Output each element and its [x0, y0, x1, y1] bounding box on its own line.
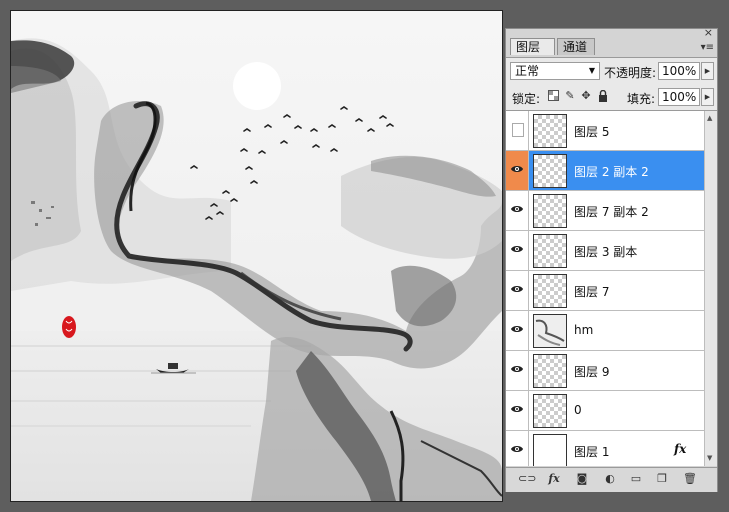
eye-icon [511, 366, 523, 372]
eye-icon [511, 166, 523, 172]
tab-layers[interactable]: 图层× [510, 38, 555, 70]
layer-name: 图层 3 副本 [574, 245, 638, 259]
tab-layers-label: 图层 [516, 40, 541, 54]
panel-menu-icon[interactable]: ▾≡ [701, 42, 714, 53]
layer-row[interactable]: 图层 1 fx [506, 431, 704, 466]
lock-label: 锁定: [512, 92, 541, 106]
layer-name: 0 [574, 403, 582, 417]
layer-list-scrollbar[interactable]: ▲ ▼ [704, 111, 717, 466]
layer-thumbnail[interactable] [533, 274, 567, 308]
layer-row[interactable]: 图层 2 副本 2 [506, 151, 704, 191]
visibility-toggle[interactable] [506, 191, 529, 230]
opacity-label: 不透明度: [604, 66, 657, 80]
layer-name: 图层 1 [574, 445, 610, 459]
layer-name: 图层 9 [574, 365, 610, 379]
visibility-toggle[interactable] [506, 231, 529, 270]
mask-icon[interactable]: ◙ [574, 472, 590, 486]
layer-thumbnail[interactable] [533, 154, 567, 188]
eye-icon [511, 406, 523, 412]
scroll-up-icon[interactable]: ▲ [707, 114, 712, 122]
layer-thumbnail[interactable] [533, 434, 567, 466]
visibility-toggle[interactable] [506, 271, 529, 310]
fill-label: 填充: [627, 92, 656, 106]
opacity-slider-button[interactable]: ▶ [701, 62, 714, 80]
panel-close-icon[interactable]: × [704, 27, 713, 38]
layer-name: 图层 2 副本 2 [574, 165, 649, 179]
layer-thumbnail[interactable] [533, 114, 567, 148]
blend-mode-select[interactable]: 正常 ▼ [510, 62, 600, 80]
visibility-toggle[interactable] [506, 431, 529, 466]
trash-icon[interactable]: 🗑 [682, 472, 698, 486]
layer-list: 图层 5 图层 2 副本 2 图层 7 副本 2 图层 3 副本 图层 7 hm 图层 9 0… [506, 111, 704, 466]
visibility-toggle[interactable] [506, 391, 529, 430]
layer-name: 图层 7 副本 2 [574, 205, 649, 219]
layer-thumbnail[interactable] [533, 394, 567, 428]
layer-row[interactable]: 图层 7 [506, 271, 704, 311]
visibility-toggle[interactable] [506, 151, 529, 190]
link-icon[interactable]: ⊂⊃ [518, 472, 536, 486]
layer-row[interactable]: 图层 7 副本 2 [506, 191, 704, 231]
visibility-toggle[interactable] [506, 351, 529, 390]
new-layer-icon[interactable]: ❐ [654, 472, 670, 486]
lock-transparency-icon[interactable] [547, 90, 559, 102]
eye-icon [511, 326, 523, 332]
layers-footer-toolbar: ⊂⊃ fx ◙ ◐ ▭ ❐ 🗑 [506, 467, 717, 492]
layer-thumbnail[interactable] [533, 314, 567, 348]
layer-name: 图层 5 [574, 125, 610, 139]
eye-icon [511, 206, 523, 212]
tab-channels[interactable]: 通道 [557, 38, 595, 55]
visibility-toggle[interactable] [506, 311, 529, 350]
blend-mode-value: 正常 [515, 64, 540, 78]
scroll-down-icon[interactable]: ▼ [707, 454, 712, 462]
hm-thumbnail-art [534, 315, 566, 347]
layer-fx-icon[interactable]: fx [674, 442, 686, 456]
document-canvas[interactable] [11, 11, 502, 501]
lock-all-padlock-icon[interactable] [597, 89, 609, 102]
chevron-down-icon: ▼ [588, 66, 595, 75]
eye-icon [511, 446, 523, 452]
opacity-input[interactable]: 100% [658, 62, 700, 80]
ink-landscape-painting [11, 11, 502, 501]
visibility-toggle[interactable] [506, 111, 529, 150]
eye-icon [511, 286, 523, 292]
layers-panel: × 图层× 通道 ▾≡ 正常 ▼ 不透明度: 100% ▶ 锁定: ✎ ✥ 填充… [505, 27, 718, 492]
lock-pixels-brush-icon[interactable]: ✎ [564, 90, 576, 102]
lock-position-move-icon[interactable]: ✥ [580, 90, 592, 102]
layer-name: hm [574, 323, 594, 337]
fx-icon[interactable]: fx [546, 472, 562, 486]
layer-row[interactable]: 0 [506, 391, 704, 431]
layer-row[interactable]: 图层 5 [506, 111, 704, 151]
fill-input[interactable]: 100% [658, 88, 700, 106]
eye-icon [511, 246, 523, 252]
tab-channels-label: 通道 [563, 40, 588, 54]
blend-opacity-row: 正常 ▼ 不透明度: 100% ▶ [506, 57, 717, 84]
layer-name: 图层 7 [574, 285, 610, 299]
layer-row[interactable]: 图层 9 [506, 351, 704, 391]
red-seal [62, 316, 76, 338]
fill-slider-button[interactable]: ▶ [701, 88, 714, 106]
layer-thumbnail[interactable] [533, 354, 567, 388]
layer-row[interactable]: hm [506, 311, 704, 351]
hidden-visibility-box [512, 123, 524, 137]
lock-fill-row: 锁定: ✎ ✥ 填充: 100% ▶ [506, 84, 717, 111]
group-folder-icon[interactable]: ▭ [628, 472, 644, 486]
layer-thumbnail[interactable] [533, 194, 567, 228]
panel-tabs: 图层× 通道 [510, 38, 715, 70]
adjustment-icon[interactable]: ◐ [602, 472, 618, 486]
layer-thumbnail[interactable] [533, 234, 567, 268]
layer-row[interactable]: 图层 3 副本 [506, 231, 704, 271]
